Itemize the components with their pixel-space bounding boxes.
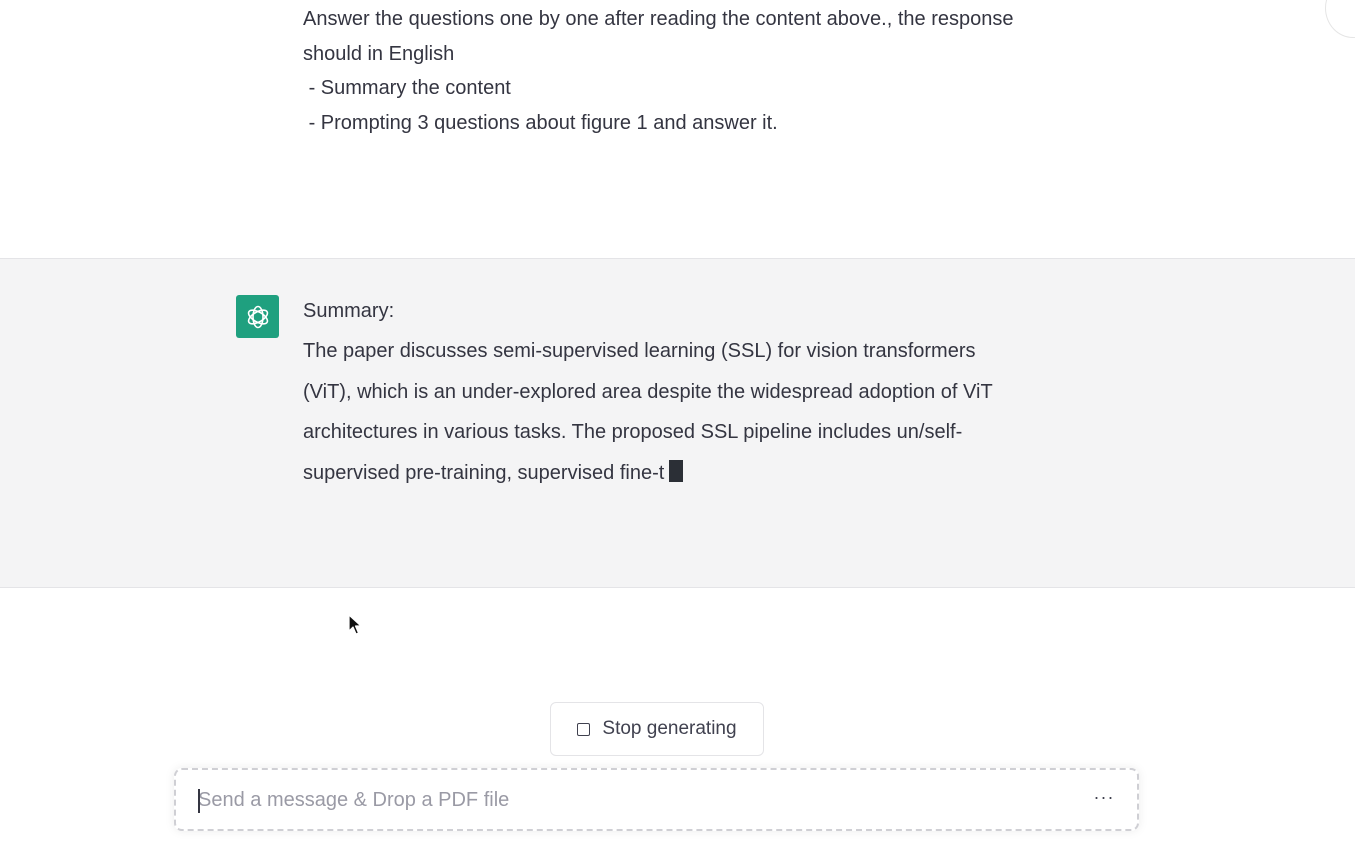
- assistant-message-body: The paper discusses semi-supervised lear…: [303, 340, 993, 484]
- assistant-message-title: Summary:: [303, 300, 395, 322]
- more-dots-icon: ···: [1093, 786, 1115, 807]
- typing-cursor: [669, 459, 684, 482]
- assistant-avatar: [236, 295, 279, 338]
- user-message-text: Answer the questions one by one after re…: [303, 8, 1014, 134]
- more-options-button[interactable]: ···: [1089, 782, 1119, 812]
- stop-generating-button[interactable]: Stop generating: [550, 702, 764, 756]
- message-input[interactable]: [198, 780, 1058, 820]
- message-composer: ···: [174, 768, 1139, 831]
- user-message: Answer the questions one by one after re…: [0, 0, 1355, 258]
- assistant-message-text: Summary: The paper discusses semi-superv…: [303, 295, 1003, 493]
- mouse-pointer-icon: [348, 614, 362, 635]
- assistant-message: Summary: The paper discusses semi-superv…: [0, 258, 1355, 588]
- text-caret: [198, 789, 200, 813]
- top-right-button[interactable]: [1325, 0, 1355, 38]
- stop-square-icon: [577, 722, 591, 736]
- openai-logo-icon: [247, 305, 268, 328]
- chat-page: Answer the questions one by one after re…: [0, 0, 1355, 842]
- stop-generating-label: Stop generating: [602, 718, 737, 739]
